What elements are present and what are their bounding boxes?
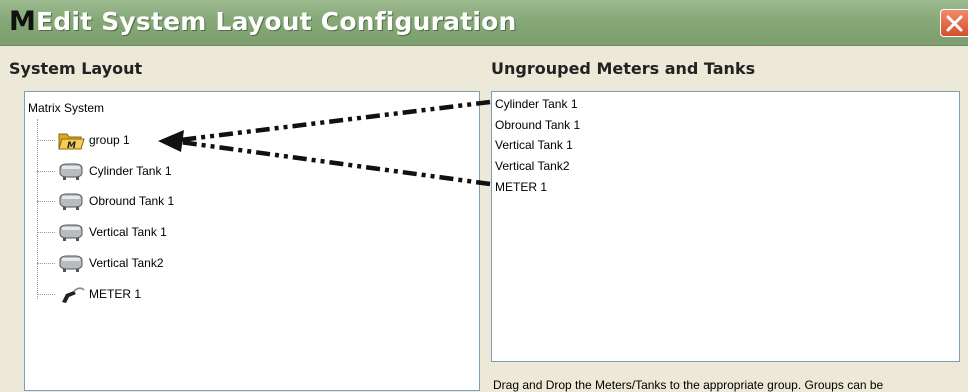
title-bar[interactable]: M Edit System Layout Configuration <box>0 0 968 46</box>
group-folder-icon: M <box>58 133 85 151</box>
meter-nozzle-icon <box>62 287 85 303</box>
tree-item-label: Vertical Tank 1 <box>89 225 167 239</box>
tank-icon <box>59 255 83 272</box>
svg-text:M: M <box>67 141 76 151</box>
tree-branch-line <box>37 232 55 233</box>
tree-connector-line <box>37 119 38 299</box>
tank-icon <box>59 224 83 241</box>
tree-root-matrix-system[interactable]: Matrix System <box>28 101 104 115</box>
tank-icon <box>59 163 83 180</box>
list-item-vertical-tank-1[interactable]: Vertical Tank 1 <box>495 138 573 152</box>
list-item-meter-1[interactable]: METER 1 <box>495 180 547 194</box>
tree-branch-line <box>37 294 55 295</box>
tree-item-label: METER 1 <box>89 287 142 301</box>
system-layout-heading: System Layout <box>9 59 143 78</box>
drag-drop-hint: Drag and Drop the Meters/Tanks to the ap… <box>493 378 884 392</box>
tree-item-label: group 1 <box>89 133 130 147</box>
tree-item-label: Cylinder Tank 1 <box>89 164 172 178</box>
list-item-cylinder-tank-1[interactable]: Cylinder Tank 1 <box>495 97 578 111</box>
app-logo: M <box>9 6 36 37</box>
tree-branch-line <box>37 263 55 264</box>
tree-branch-line <box>37 171 55 172</box>
tree-branch-line <box>37 140 55 141</box>
list-item-vertical-tank2[interactable]: Vertical Tank2 <box>495 159 570 173</box>
tree-branch-line <box>37 201 55 202</box>
ungrouped-heading: Ungrouped Meters and Tanks <box>491 59 756 78</box>
system-layout-tree[interactable]: Matrix System M group 1 Cylinder Tank 1 … <box>24 91 480 391</box>
close-icon <box>946 15 963 32</box>
tree-item-label: Obround Tank 1 <box>89 194 175 208</box>
ungrouped-list[interactable]: Cylinder Tank 1 Obround Tank 1 Vertical … <box>491 91 960 362</box>
window-title: Edit System Layout Configuration <box>36 7 517 36</box>
tank-icon <box>59 193 83 210</box>
close-button[interactable] <box>940 9 968 37</box>
tree-item-label: Vertical Tank2 <box>89 256 164 270</box>
list-item-obround-tank-1[interactable]: Obround Tank 1 <box>495 118 580 132</box>
